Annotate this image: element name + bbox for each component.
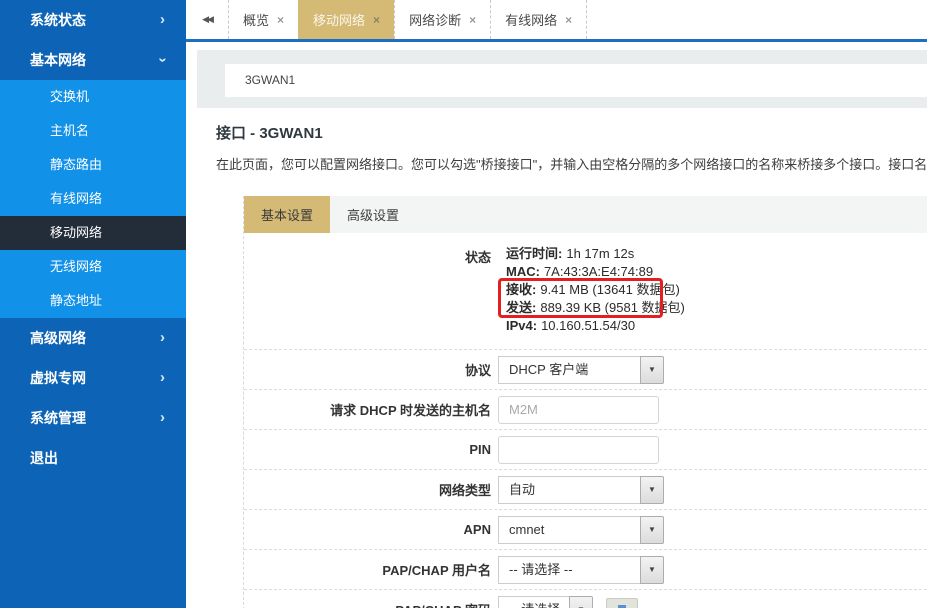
main-content: ◀◀ 概览 × 移动网络 × 网络诊断 × 有线网络 × 3GWAN1 接口 -… (186, 0, 927, 608)
tab-mobile-network[interactable]: 移动网络 × (298, 0, 394, 39)
field-label: 网络类型 (244, 480, 491, 499)
protocol-row: 协议 DHCP 客户端 ▼ (244, 350, 927, 390)
pap-chap-password-row: PAP/CHAP 密码 -- 请选择 -- ▼ (244, 590, 927, 608)
sidebar-item-basic-network[interactable]: 基本网络 › (0, 40, 186, 80)
apn-select[interactable]: cmnet ▼ (498, 516, 664, 544)
sidebar-item-label: 基本网络 (30, 52, 86, 68)
tab-label: 有线网络 (505, 10, 557, 29)
double-chevron-left-icon: ◀◀ (202, 14, 212, 25)
status-row: 状态 运行时间:1h 17m 12s MAC:7A:43:3A:E4:74:89… (244, 233, 927, 350)
chevron-right-icon: › (160, 0, 165, 40)
close-icon[interactable]: × (469, 13, 476, 27)
select-value: -- 请选择 -- (498, 596, 570, 608)
page-description: 在此页面，您可以配置网络接口。您可以勾选"桥接接口"，并输入由空格分隔的多个网络… (216, 154, 927, 173)
sidebar-item-label: 退出 (30, 450, 58, 466)
dropdown-arrow-icon[interactable]: ▼ (640, 476, 664, 504)
sidebar-item-static-address[interactable]: 静态地址 (0, 284, 186, 318)
sidebar: 系统状态 › 基本网络 › 交换机 主机名 静态路由 有线网络 移动网络 无线网… (0, 0, 186, 608)
dropdown-arrow-icon[interactable]: ▼ (640, 356, 664, 384)
sidebar-item-switch[interactable]: 交换机 (0, 80, 186, 114)
close-icon[interactable]: × (565, 13, 572, 27)
dropdown-arrow-icon[interactable]: ▼ (569, 596, 593, 608)
close-icon[interactable]: × (373, 13, 380, 27)
rx-line: 接收:9.41 MB (13641 数据包) (506, 281, 685, 299)
sidebar-item-system-management[interactable]: 系统管理 › (0, 398, 186, 438)
dropdown-arrow-icon[interactable]: ▼ (640, 516, 664, 544)
tab-label: 移动网络 (313, 10, 365, 29)
sidebar-item-label: 系统状态 (30, 12, 86, 28)
chevron-right-icon: › (160, 318, 165, 358)
status-values: 运行时间:1h 17m 12s MAC:7A:43:3A:E4:74:89 接收… (498, 245, 685, 335)
sidebar-item-label: 系统管理 (30, 410, 86, 426)
close-icon[interactable]: × (277, 13, 284, 27)
protocol-select[interactable]: DHCP 客户端 ▼ (498, 356, 664, 384)
network-type-row: 网络类型 自动 ▼ (244, 470, 927, 510)
extra-action-button[interactable] (606, 598, 638, 608)
pin-row: PIN (244, 430, 927, 470)
tab-advanced-settings[interactable]: 高级设置 (330, 196, 416, 233)
tab-label: 网络诊断 (409, 10, 461, 29)
sidebar-item-static-routes[interactable]: 静态路由 (0, 148, 186, 182)
pap-chap-password-select[interactable]: -- 请选择 -- ▼ (498, 596, 593, 608)
select-value: cmnet (498, 516, 641, 544)
tab-network-diagnostics[interactable]: 网络诊断 × (394, 0, 490, 39)
field-label: PIN (244, 442, 491, 457)
field-label: 请求 DHCP 时发送的主机名 (244, 400, 491, 419)
pap-chap-username-row: PAP/CHAP 用户名 -- 请选择 -- ▼ (244, 550, 927, 590)
page-title: 接口 - 3GWAN1 (216, 122, 927, 143)
select-value: 自动 (498, 476, 641, 504)
select-value: -- 请选择 -- (498, 556, 641, 584)
sidebar-item-wired-network[interactable]: 有线网络 (0, 182, 186, 216)
sidebar-item-system-status[interactable]: 系统状态 › (0, 0, 186, 40)
pin-input[interactable] (498, 436, 659, 464)
select-value: DHCP 客户端 (498, 356, 641, 384)
tab-bar: ◀◀ 概览 × 移动网络 × 网络诊断 × 有线网络 × (186, 0, 927, 42)
field-label: PAP/CHAP 用户名 (244, 560, 491, 579)
field-label: PAP/CHAP 密码 (244, 600, 491, 608)
uptime-line: 运行时间:1h 17m 12s (506, 245, 685, 263)
apn-row: APN cmnet ▼ (244, 510, 927, 550)
breadcrumb: 3GWAN1 (225, 64, 927, 97)
tab-overview[interactable]: 概览 × (228, 0, 298, 39)
sidebar-item-hostname[interactable]: 主机名 (0, 114, 186, 148)
field-label: APN (244, 522, 491, 537)
breadcrumb-panel: 3GWAN1 (197, 50, 927, 108)
chevron-down-icon: › (143, 58, 183, 63)
dropdown-arrow-icon[interactable]: ▼ (640, 556, 664, 584)
sidebar-item-logout[interactable]: 退出 (0, 438, 186, 478)
tab-wired-network[interactable]: 有线网络 × (490, 0, 587, 39)
chevron-right-icon: › (160, 398, 165, 438)
tab-basic-settings[interactable]: 基本设置 (244, 196, 330, 233)
section-tab-strip: 基本设置 高级设置 (244, 196, 927, 233)
sidebar-submenu: 交换机 主机名 静态路由 有线网络 移动网络 无线网络 静态地址 (0, 80, 186, 318)
sidebar-item-advanced-network[interactable]: 高级网络 › (0, 318, 186, 358)
status-label: 状态 (244, 245, 491, 266)
sidebar-item-vpn[interactable]: 虚拟专网 › (0, 358, 186, 398)
ipv4-line: IPv4:10.160.51.54/30 (506, 317, 685, 335)
field-label: 协议 (244, 360, 491, 379)
sidebar-item-label: 高级网络 (30, 330, 86, 346)
collapse-tabs-button[interactable]: ◀◀ (186, 0, 228, 39)
pap-chap-username-select[interactable]: -- 请选择 -- ▼ (498, 556, 664, 584)
tab-label: 概览 (243, 10, 269, 29)
tx-line: 发送:889.39 KB (9581 数据包) (506, 299, 685, 317)
chevron-right-icon: › (160, 358, 165, 398)
interface-config-section: 基本设置 高级设置 状态 运行时间:1h 17m 12s MAC:7A:43:3… (243, 196, 927, 608)
dhcp-hostname-input[interactable] (498, 396, 659, 424)
sidebar-item-mobile-network[interactable]: 移动网络 (0, 216, 186, 250)
sidebar-item-label: 虚拟专网 (30, 370, 86, 386)
sidebar-item-wireless-network[interactable]: 无线网络 (0, 250, 186, 284)
network-type-select[interactable]: 自动 ▼ (498, 476, 664, 504)
dhcp-hostname-row: 请求 DHCP 时发送的主机名 (244, 390, 927, 430)
mac-line: MAC:7A:43:3A:E4:74:89 (506, 263, 685, 281)
